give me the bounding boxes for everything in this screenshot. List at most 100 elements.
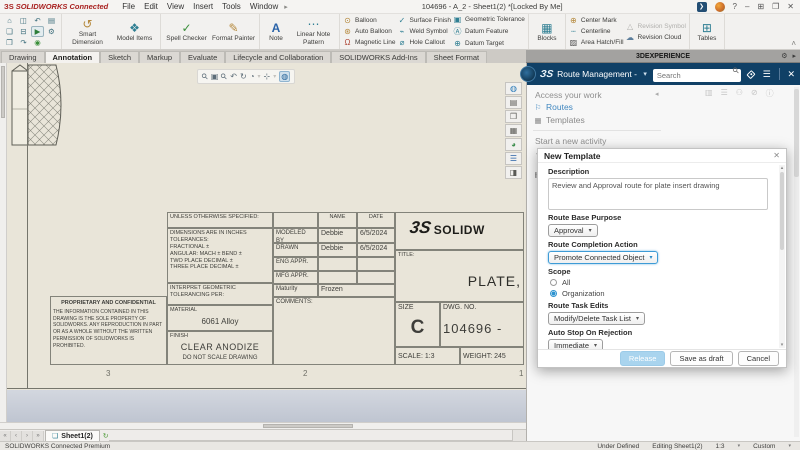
format-painter-button[interactable]: ✎ Format Painter: [211, 21, 256, 42]
menu-insert[interactable]: Insert: [193, 2, 213, 11]
dialog-scrollbar-thumb[interactable]: [780, 172, 784, 250]
play-selected-icon[interactable]: ▶: [31, 26, 44, 37]
search-input[interactable]: [653, 69, 741, 82]
restore-button[interactable]: ❐: [772, 2, 779, 11]
info-icon[interactable]: ⓘ: [766, 88, 774, 99]
app-switcher-caret-icon[interactable]: ▾: [643, 70, 647, 78]
status-scale[interactable]: 1:3: [716, 443, 725, 450]
tab-drawing[interactable]: Drawing: [1, 51, 45, 63]
redo-icon[interactable]: ↷: [17, 37, 30, 48]
menu-tools[interactable]: Tools: [222, 2, 241, 11]
route-task-edits-dropdown[interactable]: Modify/Delete Task List ▾: [548, 312, 645, 325]
tag-icon[interactable]: [746, 69, 755, 78]
hole-callout-button[interactable]: ⌀Hole Callout: [397, 38, 451, 47]
datum-target-button[interactable]: ⊕Datum Target: [453, 39, 525, 48]
menu-edit[interactable]: Edit: [144, 2, 158, 11]
print-icon[interactable]: ⊟: [17, 26, 30, 37]
tab-markup[interactable]: Markup: [139, 51, 180, 63]
new-document-icon[interactable]: ❏: [3, 26, 16, 37]
dialog-scrollbar[interactable]: ▴ ▾: [779, 165, 785, 348]
auto-stop-dropdown[interactable]: Immediate ▾: [548, 339, 603, 349]
status-units[interactable]: Custom: [753, 443, 775, 450]
app-circle-icon[interactable]: [520, 66, 536, 82]
view-options-icon[interactable]: ▥: [705, 88, 713, 99]
horizontal-scrollbar[interactable]: [0, 422, 526, 429]
tab-evaluate[interactable]: Evaluate: [180, 51, 225, 63]
cancel-button[interactable]: Cancel: [738, 351, 779, 366]
geometric-tolerance-button[interactable]: ▣Geometric Tolerance: [453, 15, 525, 24]
smart-dimension-button[interactable]: ↺ Smart Dimension: [65, 17, 110, 45]
vertical-scrollbar[interactable]: [0, 63, 7, 429]
panel-scrollbar[interactable]: [794, 87, 799, 437]
close-button[interactable]: ✕: [787, 2, 794, 11]
menu-view[interactable]: View: [167, 2, 184, 11]
scope-option-organization[interactable]: Organization: [550, 289, 773, 298]
weld-symbol-button[interactable]: ⌁Weld Symbol: [397, 27, 451, 36]
apply-scene-globe-icon[interactable]: ◍: [279, 71, 290, 82]
surface-finish-button[interactable]: ✓Surface Finish: [397, 16, 451, 25]
area-hatch-button[interactable]: ▨Area Hatch/Fill: [569, 38, 624, 47]
ribbon-collapse-chevron[interactable]: ˄: [791, 39, 796, 48]
magnetic-line-button[interactable]: ΩMagnetic Line: [343, 38, 395, 47]
sheets-icon[interactable]: ▤: [45, 15, 58, 26]
release-button[interactable]: Release: [620, 351, 666, 366]
sort-menu-icon[interactable]: ☰: [721, 88, 728, 99]
menu-file[interactable]: File: [122, 2, 135, 11]
trash-icon[interactable]: ⊘: [751, 88, 758, 99]
route-base-purpose-dropdown[interactable]: Approval ▾: [548, 224, 598, 237]
scale-dropdown-caret-icon[interactable]: ▾: [738, 443, 741, 449]
description-textarea[interactable]: Review and Approval route for plate inse…: [548, 178, 768, 210]
help-icon[interactable]: ?: [733, 2, 737, 11]
radio-unselected-icon[interactable]: [550, 279, 557, 286]
save-as-draft-button[interactable]: Save as draft: [670, 351, 732, 366]
orbit-icon[interactable]: ◔: [250, 72, 255, 81]
zoom-area-icon[interactable]: ⚲: [219, 71, 230, 82]
tab-addins[interactable]: SOLIDWORKS Add-Ins: [331, 51, 425, 63]
nav-item-routes[interactable]: ⚐ Routes: [534, 102, 573, 112]
scroll-up-icon[interactable]: ▴: [779, 165, 785, 171]
previous-view-icon[interactable]: ↶: [230, 72, 237, 81]
tab-annotation[interactable]: Annotation: [45, 51, 101, 63]
route-completion-action-dropdown[interactable]: Promote Connected Object ▾: [548, 251, 658, 264]
tab-sketch[interactable]: Sketch: [100, 51, 139, 63]
appearances-scenes-icon[interactable]: ◕: [505, 138, 522, 151]
options-gear-icon[interactable]: ⚙: [45, 26, 58, 37]
first-sheet-button[interactable]: «: [0, 431, 11, 441]
rotate-view-icon[interactable]: ↻: [240, 72, 247, 81]
user-avatar[interactable]: [715, 2, 725, 12]
vertical-scrollbar-thumb[interactable]: [1, 66, 5, 118]
open-icon[interactable]: ❒: [3, 37, 16, 48]
menu-window[interactable]: Window: [250, 2, 278, 11]
next-sheet-button[interactable]: ›: [22, 431, 33, 441]
custom-properties-icon[interactable]: ☰: [505, 152, 522, 165]
dialog-close-icon[interactable]: ✕: [773, 151, 780, 160]
horizontal-scrollbar-thumb[interactable]: [263, 424, 353, 428]
sheet-tab-active[interactable]: ❏ Sheet1(2): [45, 430, 100, 441]
minimize-button[interactable]: –: [745, 2, 749, 11]
design-library-icon[interactable]: ▤: [505, 96, 522, 109]
strip-pin-icon[interactable]: ▸: [792, 52, 796, 60]
panel-scrollbar-thumb[interactable]: [794, 89, 799, 177]
tab-bar-grip[interactable]: [512, 430, 526, 441]
tables-button[interactable]: ⊞ Tables: [693, 21, 721, 42]
previous-sheet-button[interactable]: ‹: [11, 431, 22, 441]
view-palette-icon[interactable]: ▦: [505, 124, 522, 137]
threedexperience-globe-icon[interactable]: ◍: [505, 82, 522, 95]
blocks-button[interactable]: ▦ Blocks: [532, 21, 562, 42]
spell-checker-button[interactable]: ✓ Spell Checker: [164, 21, 209, 42]
balloon-button[interactable]: ⊙Balloon: [343, 16, 395, 25]
person-icon[interactable]: ⚇: [736, 88, 743, 99]
centerline-button[interactable]: ┄Centerline: [569, 27, 624, 36]
center-mark-button[interactable]: ⊕Center Mark: [569, 16, 624, 25]
tab-sheet-format[interactable]: Sheet Format: [426, 51, 487, 63]
panel-menu-icon[interactable]: ☰: [763, 69, 771, 80]
home-icon[interactable]: ⌂: [3, 15, 16, 26]
zoom-icon[interactable]: ⚲: [200, 71, 211, 82]
datum-feature-button[interactable]: ⒶDatum Feature: [453, 26, 525, 37]
maximize-button[interactable]: ⊞: [757, 2, 764, 11]
radio-selected-icon[interactable]: [550, 290, 557, 297]
menu-pin-icon[interactable]: ▸: [284, 3, 288, 11]
save-icon[interactable]: ◫: [17, 15, 30, 26]
scroll-down-icon[interactable]: ▾: [779, 342, 785, 348]
more-tabs-icon[interactable]: ◨: [505, 166, 522, 179]
